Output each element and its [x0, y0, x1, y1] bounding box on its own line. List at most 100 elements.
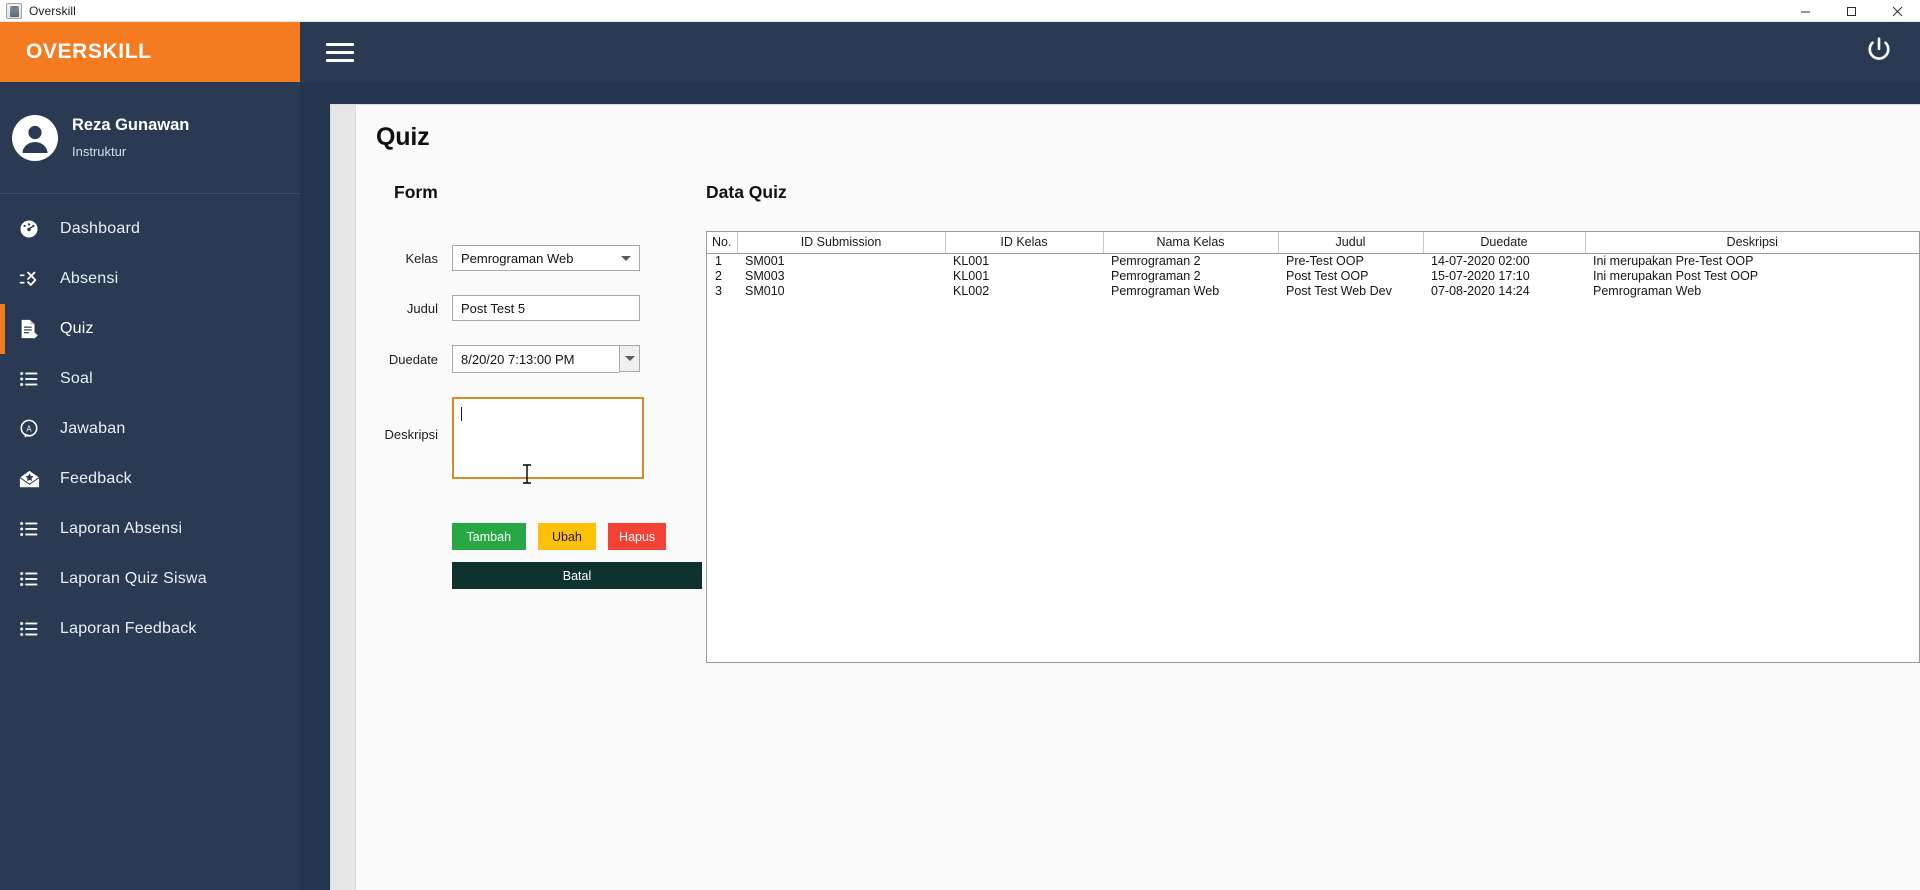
envelope-star-icon	[12, 464, 46, 494]
sidebar-item-laporan-absensi[interactable]: Laporan Absensi	[0, 504, 300, 554]
cell-nama-kelas: Pemrograman 2	[1111, 268, 1201, 283]
table-row[interactable]: 3 SM010 KL002 Pemrograman Web Post Test …	[707, 283, 1919, 298]
duedate-input[interactable]: 8/20/20 7:13:00 PM	[452, 345, 619, 373]
quiz-form: Form Kelas Pemrograman Web Judul Post Te…	[376, 182, 702, 589]
answer-bubble-icon: A	[12, 414, 46, 444]
java-coffee-cup-icon	[6, 2, 22, 19]
main-region: Quiz Form Kelas Pemrograman Web Judul Po…	[300, 22, 1920, 890]
ubah-button[interactable]: Ubah	[537, 523, 597, 550]
cell-nama-kelas: Pemrograman 2	[1111, 253, 1201, 268]
duedate-dropdown-button[interactable]	[619, 345, 640, 372]
tambah-button[interactable]: Tambah	[452, 523, 526, 550]
cell-duedate: 14-07-2020 02:00	[1431, 253, 1530, 268]
text-caret	[461, 407, 462, 421]
cell-id-kelas: KL001	[953, 253, 990, 268]
minimize-icon[interactable]	[1782, 0, 1828, 22]
cell-judul: Post Test Web Dev	[1286, 283, 1392, 298]
quiz-document-icon	[12, 314, 46, 344]
cell-deskripsi: Ini merupakan Post Test OOP	[1593, 268, 1759, 283]
form-action-buttons: Tambah Ubah Hapus	[452, 523, 666, 550]
cell-deskripsi: Pemrograman Web	[1593, 283, 1702, 298]
page-title: Quiz	[376, 123, 430, 151]
table-header: No. ID Submission ID Kelas Nama Kelas Ju…	[707, 232, 1919, 254]
hamburger-menu-icon[interactable]	[326, 38, 354, 67]
quiz-table: No. ID Submission ID Kelas Nama Kelas Ju…	[707, 232, 1919, 298]
kelas-combobox[interactable]: Pemrograman Web	[452, 245, 640, 271]
user-avatar-icon	[12, 114, 58, 161]
sidebar-item-quiz[interactable]: Quiz	[0, 304, 300, 354]
judul-input[interactable]: Post Test 5	[452, 295, 640, 321]
sidebar: OVERSKILL Reza Gunawan Instruktur Dashbo…	[0, 22, 300, 890]
cell-no: 2	[715, 268, 722, 283]
sidebar-item-label: Laporan Quiz Siswa	[60, 570, 207, 587]
window-controls	[1782, 0, 1920, 22]
quiz-table-section: Data Quiz No. ID Submission ID Kelas Nam…	[706, 182, 1920, 663]
sidebar-item-jawaban[interactable]: A Jawaban	[0, 404, 300, 454]
kelas-label: Kelas	[405, 250, 438, 266]
duedate-input-value: 8/20/20 7:13:00 PM	[461, 351, 575, 367]
kelas-selected-value: Pemrograman Web	[461, 250, 574, 266]
judul-label: Judul	[406, 300, 438, 316]
cell-judul: Pre-Test OOP	[1286, 253, 1364, 268]
sidebar-nav: Dashboard Absensi Quiz Soal A Jawaban Fe…	[0, 194, 300, 654]
sidebar-item-soal[interactable]: Soal	[0, 354, 300, 404]
batal-button[interactable]: Batal	[452, 562, 702, 589]
column-header-judul[interactable]: Judul	[1278, 232, 1424, 254]
table-heading: Data Quiz	[706, 182, 787, 202]
sidebar-item-label: Jawaban	[60, 420, 126, 437]
hapus-button[interactable]: Hapus	[608, 523, 666, 550]
table-row[interactable]: 2 SM003 KL001 Pemrograman 2 Post Test OO…	[707, 268, 1919, 283]
table-row[interactable]: 1 SM001 KL001 Pemrograman 2 Pre-Test OOP…	[707, 253, 1919, 268]
user-profile[interactable]: Reza Gunawan Instruktur	[0, 82, 300, 194]
cell-duedate: 07-08-2020 14:24	[1431, 283, 1530, 298]
cell-duedate: 15-07-2020 17:10	[1431, 268, 1530, 283]
power-off-icon[interactable]	[1864, 35, 1894, 70]
column-header-deskripsi[interactable]: Deskripsi	[1585, 232, 1919, 254]
column-header-id-submission[interactable]: ID Submission	[737, 232, 946, 254]
window-title: Overskill	[29, 3, 76, 18]
cell-id-submission: SM001	[745, 253, 785, 268]
list-icon	[12, 564, 46, 594]
chevron-down-icon[interactable]	[613, 246, 639, 270]
column-header-duedate[interactable]: Duedate	[1423, 232, 1586, 254]
maximize-icon[interactable]	[1828, 0, 1874, 22]
cell-id-kelas: KL001	[953, 268, 990, 283]
sidebar-item-label: Quiz	[60, 320, 94, 337]
field-row-judul: Judul Post Test 5	[376, 295, 666, 321]
sidebar-item-laporan-feedback[interactable]: Laporan Feedback	[0, 604, 300, 654]
cell-id-submission: SM003	[745, 268, 785, 283]
quiz-page: Quiz Form Kelas Pemrograman Web Judul Po…	[356, 105, 1920, 890]
dashboard-gauge-icon	[12, 214, 46, 244]
close-icon[interactable]	[1874, 0, 1920, 22]
field-row-duedate: Duedate 8/20/20 7:13:00 PM	[376, 345, 666, 373]
sidebar-item-label: Laporan Absensi	[60, 520, 183, 537]
quiz-table-wrapper: No. ID Submission ID Kelas Nama Kelas Ju…	[706, 231, 1920, 663]
window-titlebar: Overskill	[0, 0, 1920, 22]
judul-input-value: Post Test 5	[461, 300, 526, 316]
vertical-scrollbar-gutter[interactable]	[331, 105, 356, 890]
duedate-label: Duedate	[388, 351, 438, 367]
sidebar-item-absensi[interactable]: Absensi	[0, 254, 300, 304]
deskripsi-label: Deskripsi	[384, 427, 438, 442]
sidebar-item-label: Dashboard	[60, 220, 141, 237]
cell-judul: Post Test OOP	[1286, 268, 1369, 283]
cell-nama-kelas: Pemrograman Web	[1111, 283, 1220, 298]
list-icon	[12, 514, 46, 544]
column-header-id-kelas[interactable]: ID Kelas	[945, 232, 1104, 254]
deskripsi-textarea[interactable]	[452, 397, 644, 479]
sidebar-item-laporan-quiz-siswa[interactable]: Laporan Quiz Siswa	[0, 554, 300, 604]
profile-role: Instruktur	[72, 143, 127, 159]
column-header-nama-kelas[interactable]: Nama Kelas	[1103, 232, 1279, 254]
chevron-down-icon	[624, 356, 635, 361]
sidebar-item-feedback[interactable]: Feedback	[0, 454, 300, 504]
attendance-check-icon	[12, 264, 46, 294]
content-wrapper: Quiz Form Kelas Pemrograman Web Judul Po…	[300, 82, 1920, 890]
duedate-spinner[interactable]: 8/20/20 7:13:00 PM	[452, 345, 640, 373]
column-header-no[interactable]: No.	[707, 232, 738, 254]
sidebar-item-dashboard[interactable]: Dashboard	[0, 204, 300, 254]
field-row-kelas: Kelas Pemrograman Web	[376, 245, 666, 271]
form-heading: Form	[394, 182, 438, 202]
sidebar-item-label: Soal	[60, 370, 93, 387]
cell-id-submission: SM010	[745, 283, 785, 298]
cell-id-kelas: KL002	[953, 283, 990, 298]
